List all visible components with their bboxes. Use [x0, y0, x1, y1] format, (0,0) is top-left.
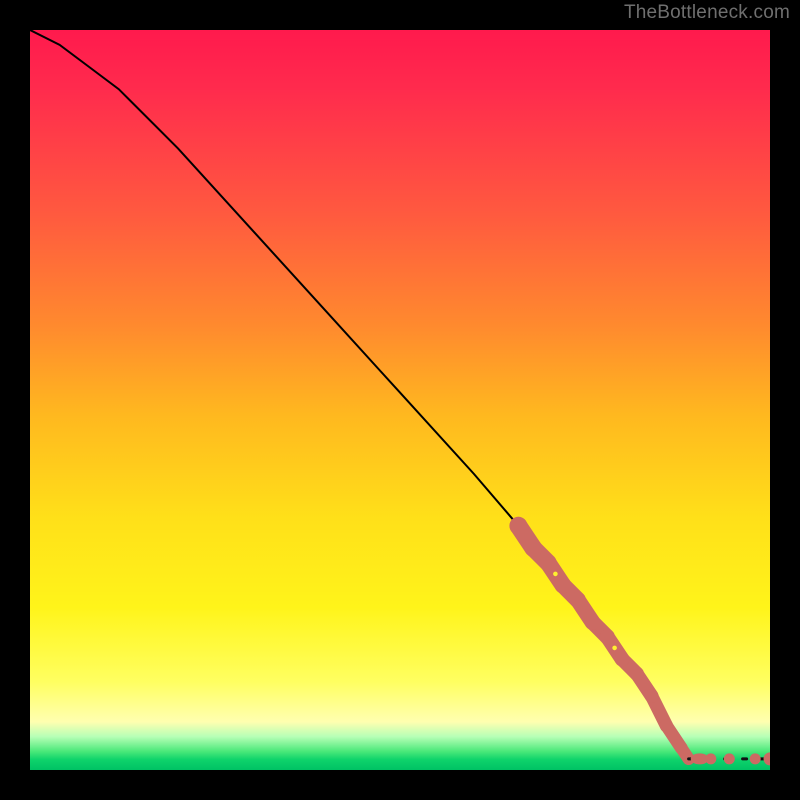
attribution-text: TheBottleneck.com: [624, 2, 790, 24]
highlight-dot: [630, 667, 644, 681]
highlight-dot: [660, 719, 673, 732]
tail-dot: [724, 753, 735, 764]
highlight-dot: [615, 652, 630, 667]
highlight-gap: [612, 646, 617, 651]
highlighted-points: [509, 517, 694, 765]
curve-line: [30, 30, 689, 759]
tail-dot: [705, 753, 716, 764]
highlight-dot: [645, 689, 659, 703]
highlight-dot: [600, 629, 615, 644]
chart-svg: [30, 30, 770, 770]
tail-dot: [750, 753, 761, 764]
highlight-dot: [555, 577, 572, 594]
highlight-dot: [675, 742, 688, 755]
highlight-dot: [570, 592, 586, 608]
highlight-dot: [540, 554, 557, 571]
highlight-dot: [509, 517, 527, 535]
highlight-dot: [585, 614, 600, 629]
tail-dots: [691, 752, 770, 765]
highlight-dot: [524, 539, 542, 557]
chart-plot-area: [30, 30, 770, 770]
highlight-gap: [553, 572, 558, 577]
tail-dot: [764, 752, 771, 765]
